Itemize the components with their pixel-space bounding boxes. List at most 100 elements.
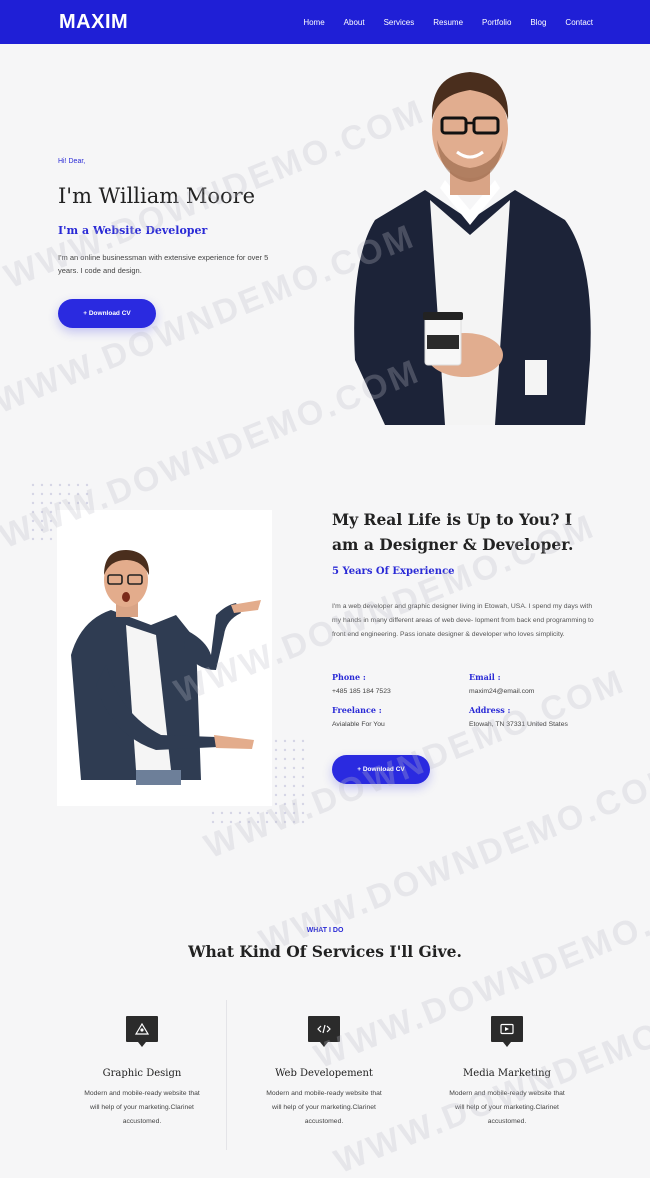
decorative-dot [301, 757, 305, 761]
decorative-dot [58, 483, 62, 487]
decorative-dot [49, 510, 53, 514]
decorative-dot [76, 501, 80, 505]
service-card-media-marketing[interactable]: Media Marketing Modern and mobile-ready … [432, 1016, 582, 1129]
decorative-dot [292, 793, 296, 797]
decorative-dot [31, 537, 35, 541]
decorative-dot [292, 766, 296, 770]
hero-role: I'm a Website Developer [58, 224, 208, 237]
services-kicker: WHAT I DO [306, 927, 344, 934]
about-description: I'm a web developer and graphic designer… [332, 603, 594, 638]
decorative-dot [229, 820, 233, 824]
decorative-dot [40, 519, 44, 523]
decorative-dot [274, 775, 278, 779]
address-label: Address : [469, 705, 511, 715]
decorative-dot [274, 802, 278, 806]
decorative-dot [49, 492, 53, 496]
decorative-dot [283, 775, 287, 779]
decorative-dot [292, 784, 296, 788]
nav-link-resume[interactable]: Resume [433, 18, 463, 27]
service-name: Graphic Design [102, 1068, 182, 1079]
decorative-dot [40, 492, 44, 496]
decorative-dot [301, 775, 305, 779]
decorative-dot [301, 820, 305, 824]
decorative-dot [76, 492, 80, 496]
decorative-dot [238, 811, 242, 815]
decorative-dot [292, 775, 296, 779]
nav-link-about[interactable]: About [344, 18, 365, 27]
decorative-dot [58, 492, 62, 496]
decorative-dot [283, 811, 287, 815]
decorative-dot [67, 483, 71, 487]
decorative-dot [301, 784, 305, 788]
nav-link-home[interactable]: Home [303, 18, 324, 27]
decorative-dot [274, 811, 278, 815]
decorative-dot [67, 492, 71, 496]
service-description: Modern and mobile-ready website that wil… [449, 1090, 565, 1125]
decorative-dot [67, 501, 71, 505]
decorative-dot [31, 501, 35, 505]
decorative-dot [58, 501, 62, 505]
nav-link-services[interactable]: Services [384, 18, 415, 27]
decorative-dot [85, 483, 89, 487]
decorative-dot [274, 757, 278, 761]
service-card-web-development[interactable]: Web Developement Modern and mobile-ready… [249, 1016, 399, 1129]
decorative-dot [292, 748, 296, 752]
decorative-dot [283, 766, 287, 770]
decorative-dot [247, 820, 251, 824]
decorative-dot [256, 811, 260, 815]
phone-value: +485 185 184 7523 [332, 688, 391, 695]
decorative-dot [31, 492, 35, 496]
services-title: What Kind Of Services I'll Give. [188, 942, 462, 961]
decorative-dot [49, 537, 53, 541]
service-description: Modern and mobile-ready website that wil… [84, 1090, 200, 1125]
decorative-dot [292, 757, 296, 761]
service-description: Modern and mobile-ready website that wil… [266, 1090, 382, 1125]
hero-greeting: Hi! Dear, [58, 158, 86, 165]
decorative-dot [85, 501, 89, 505]
decorative-dot [274, 793, 278, 797]
decorative-dot [49, 501, 53, 505]
decorative-dot [247, 811, 251, 815]
decorative-dot [85, 492, 89, 496]
decorative-dot [283, 793, 287, 797]
decorative-dot [76, 483, 80, 487]
nav-link-blog[interactable]: Blog [530, 18, 546, 27]
decorative-dot [292, 739, 296, 743]
decorative-dot [274, 748, 278, 752]
decorative-dot [274, 766, 278, 770]
decorative-dot [283, 739, 287, 743]
decorative-dot [40, 483, 44, 487]
decorative-dot [292, 811, 296, 815]
nav-link-portfolio[interactable]: Portfolio [482, 18, 511, 27]
logo[interactable]: MAXIM [59, 11, 128, 34]
decorative-dot [265, 811, 269, 815]
about-title: My Real Life is Up to You? I am a Design… [332, 510, 574, 554]
about-experience: 5 Years Of Experience [332, 566, 455, 577]
decorative-dot [283, 757, 287, 761]
hero-download-cv-button[interactable]: + Download CV [58, 299, 156, 328]
decorative-dot [40, 501, 44, 505]
navbar: MAXIM Home About Services Resume Portfol… [0, 0, 650, 44]
email-label: Email : [469, 672, 501, 682]
email-value[interactable]: maxim24@email.com [469, 688, 534, 695]
decorative-dot [31, 528, 35, 532]
hero-description: I'm an online businessman with extensive… [58, 253, 269, 275]
decorative-dot [211, 811, 215, 815]
about-download-cv-button[interactable]: + Download CV [332, 755, 430, 784]
decorative-dot [265, 820, 269, 824]
decorative-dot [256, 820, 260, 824]
decorative-dot [301, 766, 305, 770]
service-card-graphic-design[interactable]: Graphic Design Modern and mobile-ready w… [67, 1016, 217, 1129]
decorative-dot [31, 510, 35, 514]
freelance-value: Avialable For You [332, 721, 385, 728]
decorative-dot [301, 793, 305, 797]
decorative-dot [220, 811, 224, 815]
nav-link-contact[interactable]: Contact [565, 18, 593, 27]
decorative-dot [40, 537, 44, 541]
decorative-dot [274, 739, 278, 743]
decorative-dot [283, 802, 287, 806]
decorative-dot [220, 820, 224, 824]
decorative-dot [31, 519, 35, 523]
decorative-dot [283, 820, 287, 824]
decorative-dot [49, 519, 53, 523]
